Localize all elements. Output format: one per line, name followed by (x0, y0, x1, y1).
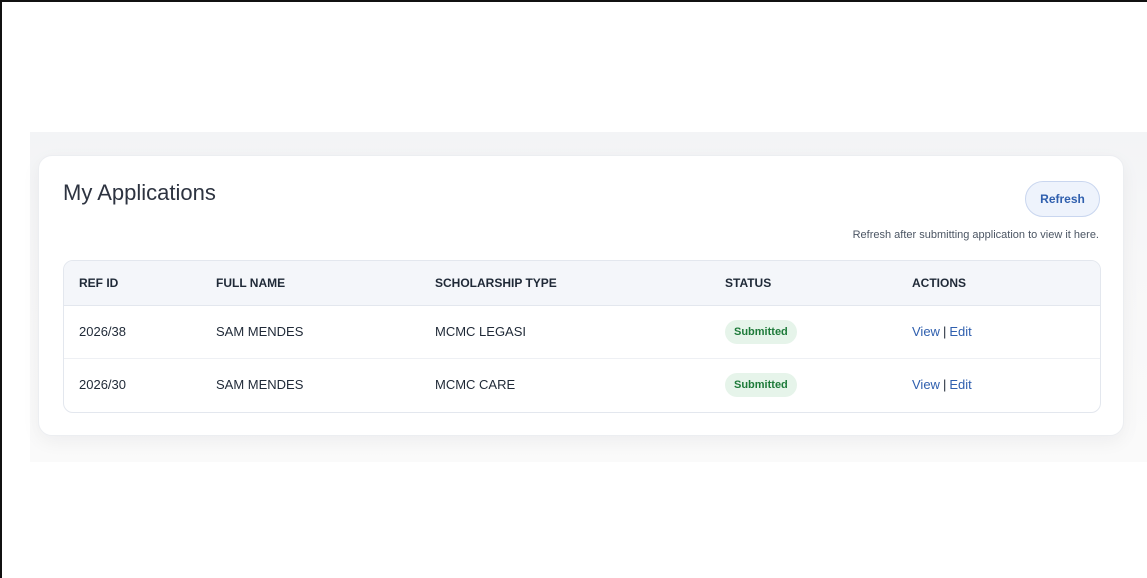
edit-link[interactable]: Edit (949, 377, 971, 392)
status-badge: Submitted (725, 372, 797, 397)
refresh-hint: Refresh after submitting application to … (852, 229, 1099, 241)
view-link[interactable]: View (912, 324, 940, 339)
page-title: My Applications (63, 180, 216, 205)
table-row: 2026/38 SAM MENDES MCMC LEGASI Submitted… (64, 305, 1100, 359)
applications-table: REF ID FULL NAME SCHOLARSHIP TYPE STATUS… (63, 260, 1101, 413)
refresh-button[interactable]: Refresh (1025, 181, 1100, 217)
column-header-status: STATUS (725, 261, 912, 306)
table-row: 2026/30 SAM MENDES MCMC CARE Submitted V… (64, 358, 1100, 411)
status-cell: Submitted (725, 358, 912, 411)
table-header-row: REF ID FULL NAME SCHOLARSHIP TYPE STATUS… (64, 261, 1100, 306)
column-header-ref-id: REF ID (64, 261, 216, 306)
action-separator: | (942, 377, 947, 393)
column-header-scholarship-type: SCHOLARSHIP TYPE (435, 261, 725, 306)
full-name-cell: SAM MENDES (216, 305, 435, 359)
view-link[interactable]: View (912, 377, 940, 392)
applications-panel: My Applications Refresh Refresh after su… (38, 155, 1124, 436)
full-name-cell: SAM MENDES (216, 377, 304, 393)
status-cell: Submitted (725, 305, 912, 359)
actions-cell: View | Edit (912, 305, 1100, 359)
status-badge: Submitted (725, 319, 797, 344)
action-separator: | (942, 324, 947, 339)
column-header-full-name: FULL NAME (216, 261, 435, 306)
ref-id-cell: 2026/38 (64, 305, 216, 359)
actions-cell: View | Edit (912, 358, 1100, 411)
edit-link[interactable]: Edit (949, 324, 971, 339)
column-header-actions: ACTIONS (912, 261, 1100, 306)
scholarship-type-cell: MCMC LEGASI (435, 305, 725, 359)
ref-id-cell: 2026/30 (79, 377, 126, 393)
scholarship-type-cell: MCMC CARE (435, 377, 516, 393)
